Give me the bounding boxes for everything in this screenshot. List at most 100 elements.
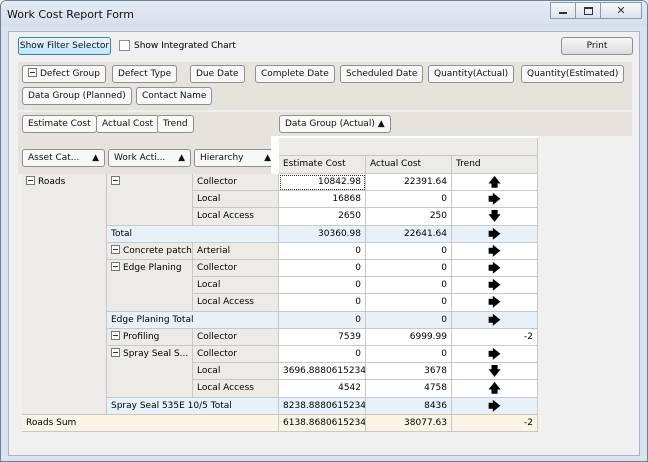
row-header-asset-roads[interactable]: Roads <box>22 174 107 415</box>
row-header-work-activity[interactable]: Edge Planing <box>107 260 193 312</box>
row-header-work-activity[interactable]: Edge Planing Total <box>107 311 279 329</box>
cell-estimate-cost[interactable]: 0 <box>279 277 366 295</box>
filter-field-scheduled-date[interactable]: Scheduled Date <box>340 65 424 83</box>
column-header-trend[interactable]: Trend <box>452 156 538 174</box>
row-header-work-activity[interactable]: Total <box>107 225 279 243</box>
sort-up-icon: ▲ <box>264 153 271 163</box>
cell-sum-estimate-cost[interactable]: 6138.86806152344 <box>279 414 366 432</box>
cell-actual-cost[interactable]: 0 <box>366 294 452 312</box>
column-header-actual-cost[interactable]: Actual Cost <box>366 156 452 174</box>
report-window: Work Cost Report Form ✕ Show Filter Sele… <box>0 0 648 462</box>
row-field-asset-category[interactable]: Asset Cat... ▲ <box>22 149 105 167</box>
cell-estimate-cost[interactable]: 7539 <box>279 328 366 346</box>
data-field-estimate-cost[interactable]: Estimate Cost <box>22 115 97 133</box>
filter-field-defect-group[interactable]: Defect Group <box>22 65 106 83</box>
row-header-work-activity[interactable]: Spray Seal S... <box>107 346 193 398</box>
row-header-hierarchy[interactable]: Collector <box>193 174 279 192</box>
row-header-hierarchy[interactable]: Local <box>193 277 279 295</box>
cell-actual-cost[interactable]: 250 <box>366 208 452 226</box>
row-header-work-activity[interactable] <box>107 174 193 226</box>
row-field-hierarchy[interactable]: Hierarchy ▲ <box>194 149 277 167</box>
cell-estimate-cost[interactable]: 8238.88806152344 <box>279 397 366 415</box>
cell-actual-cost[interactable]: 0 <box>366 346 452 364</box>
filter-field-quantity-actual[interactable]: Quantity(Actual) <box>428 65 515 83</box>
cell-estimate-cost[interactable]: 0 <box>279 260 366 278</box>
cell-estimate-cost[interactable]: 10842.98 <box>279 174 366 192</box>
maximize-button[interactable] <box>575 2 601 19</box>
show-filter-selector-button[interactable]: Show Filter Selector <box>18 37 111 55</box>
cell-actual-cost[interactable]: 0 <box>366 260 452 278</box>
cell-estimate-cost[interactable]: 0 <box>279 311 366 329</box>
collapse-icon[interactable] <box>28 68 37 77</box>
row-header-hierarchy[interactable]: Collector <box>193 260 279 278</box>
filter-field-defect-type[interactable]: Defect Type <box>112 65 178 83</box>
row-header-hierarchy[interactable]: Arterial <box>193 242 279 260</box>
cell-estimate-cost[interactable]: 0 <box>279 294 366 312</box>
cell-estimate-cost[interactable]: 0 <box>279 346 366 364</box>
cell-estimate-cost[interactable]: 4542 <box>279 380 366 398</box>
trend-up-arrow-icon: 🡅 <box>452 380 538 398</box>
data-field-trend[interactable]: Trend <box>157 115 194 133</box>
row-header-work-activity[interactable]: Spray Seal 535E 10/5 Total <box>107 397 279 415</box>
filter-field-complete-date[interactable]: Complete Date <box>255 65 335 83</box>
trend-down-arrow-icon: 🡇 <box>452 363 538 381</box>
collapse-icon[interactable] <box>111 176 120 185</box>
cell-estimate-cost[interactable]: 3696.88806152344 <box>279 363 366 381</box>
column-header-estimate-cost[interactable]: Estimate Cost <box>279 156 366 174</box>
checkbox-box[interactable] <box>119 40 130 51</box>
row-header-hierarchy[interactable]: Local <box>193 191 279 209</box>
cell-actual-cost[interactable]: 4758 <box>366 380 452 398</box>
row-header-hierarchy[interactable]: Local Access <box>193 208 279 226</box>
collapse-icon[interactable] <box>26 176 35 185</box>
collapse-icon[interactable] <box>111 330 120 340</box>
column-field-data-group-actual[interactable]: Data Group (Actual) ▲ <box>279 115 391 133</box>
row-field-work-activity[interactable]: Work Acti... ▲ <box>108 149 191 167</box>
minimize-icon <box>559 12 567 14</box>
cell-estimate-cost[interactable]: 0 <box>279 242 366 260</box>
collapse-icon[interactable] <box>111 244 120 254</box>
close-button[interactable]: ✕ <box>600 2 642 19</box>
trend-right-arrow-icon: 🡆 <box>452 294 538 312</box>
trend-right-arrow-icon: 🡆 <box>452 225 538 243</box>
row-header-hierarchy[interactable]: Local <box>193 363 279 381</box>
cell-sum-trend[interactable]: -2 <box>452 414 538 432</box>
cell-estimate-cost[interactable]: 30360.98 <box>279 225 366 243</box>
row-header-roads-sum[interactable]: Roads Sum <box>22 414 279 432</box>
row-header-hierarchy[interactable]: Collector <box>193 346 279 364</box>
data-field-area: Estimate Cost Actual Cost Trend Data Gro… <box>18 112 632 136</box>
cell-actual-cost[interactable]: 0 <box>366 191 452 209</box>
row-header-hierarchy[interactable]: Collector <box>193 328 279 346</box>
cell-actual-cost[interactable]: 22641.64 <box>366 225 452 243</box>
data-field-actual-cost[interactable]: Actual Cost <box>96 115 160 133</box>
cell-estimate-cost[interactable]: 2650 <box>279 208 366 226</box>
trend-right-arrow-icon: 🡆 <box>452 397 538 415</box>
cell-actual-cost[interactable]: 8436 <box>366 397 452 415</box>
cell-actual-cost[interactable]: 3678 <box>366 363 452 381</box>
cell-estimate-cost[interactable]: 16868 <box>279 191 366 209</box>
minimize-button[interactable] <box>550 2 576 19</box>
trend-right-arrow-icon: 🡆 <box>452 311 538 329</box>
maximize-icon <box>583 6 593 15</box>
cell-actual-cost[interactable]: 0 <box>366 277 452 295</box>
row-header-work-activity[interactable]: Concrete patch <box>107 242 193 260</box>
print-button[interactable]: Print <box>561 37 633 55</box>
collapse-icon[interactable] <box>111 262 120 271</box>
cell-actual-cost[interactable]: 22391.64 <box>366 174 452 192</box>
collapse-icon[interactable] <box>111 348 120 357</box>
filter-field-contact-name[interactable]: Contact Name <box>136 87 213 105</box>
cell-actual-cost[interactable]: 0 <box>366 242 452 260</box>
row-header-work-activity[interactable]: Profiling <box>107 328 193 346</box>
cell-trend[interactable]: -2 <box>452 328 538 346</box>
row-header-hierarchy[interactable]: Local Access <box>193 294 279 312</box>
show-integrated-chart-checkbox[interactable]: Show Integrated Chart <box>119 40 236 51</box>
trend-right-arrow-icon: 🡆 <box>452 242 538 260</box>
filter-field-area: Defect Group Defect Type Due Date Complete … <box>18 62 632 110</box>
filter-field-due-date[interactable]: Due Date <box>190 65 245 83</box>
cell-sum-actual-cost[interactable]: 38077.63 <box>366 414 452 432</box>
cell-actual-cost[interactable]: 6999.99 <box>366 328 452 346</box>
row-header-hierarchy[interactable]: Local Access <box>193 380 279 398</box>
filter-field-data-group-planned[interactable]: Data Group (Planned) <box>22 87 132 105</box>
cell-actual-cost[interactable]: 0 <box>366 311 452 329</box>
filter-field-quantity-estimated[interactable]: Quantity(Estimated) <box>521 65 625 83</box>
pivot-grid: Roads Total Concrete patch Edge Planing Edge… <box>22 174 538 432</box>
